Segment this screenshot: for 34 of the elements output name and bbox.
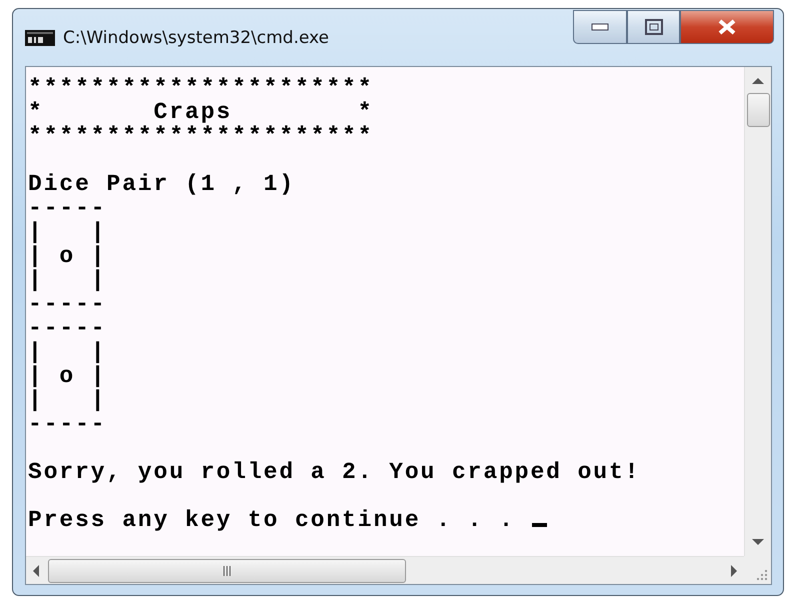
scroll-right-icon[interactable] bbox=[730, 564, 738, 576]
console-line: | | bbox=[28, 340, 107, 364]
horizontal-scrollbar[interactable] bbox=[26, 556, 744, 584]
console-line: ----- bbox=[28, 292, 107, 316]
console-line: | | bbox=[28, 220, 107, 244]
console-app-icon bbox=[25, 30, 55, 46]
grip-icon bbox=[222, 566, 232, 576]
console-line: | | bbox=[28, 268, 107, 292]
console-line: | o | bbox=[28, 244, 107, 268]
scrollbar-thumb[interactable] bbox=[746, 93, 770, 127]
maximize-icon bbox=[644, 19, 662, 35]
vertical-scrollbar[interactable] bbox=[744, 67, 771, 556]
close-button[interactable] bbox=[680, 10, 774, 44]
scroll-left-icon[interactable] bbox=[32, 564, 40, 576]
window-title: C:\Windows\system32\cmd.exe bbox=[63, 28, 330, 48]
console-line: ----- bbox=[28, 412, 107, 436]
console-line: * Craps * bbox=[28, 100, 374, 124]
resize-grip-icon[interactable] bbox=[756, 569, 768, 581]
minimize-icon bbox=[591, 23, 609, 31]
console-line: ********************** bbox=[28, 124, 374, 148]
scrollbar-thumb[interactable] bbox=[48, 558, 406, 582]
console-line: | o | bbox=[28, 364, 107, 388]
maximize-button[interactable] bbox=[627, 10, 680, 44]
scroll-up-icon[interactable] bbox=[752, 77, 764, 85]
scroll-down-icon[interactable] bbox=[752, 538, 764, 546]
close-icon bbox=[717, 19, 737, 35]
console-line: Press any key to continue . . . bbox=[28, 508, 548, 532]
console-line: ********************** bbox=[28, 76, 374, 100]
console-line: | | bbox=[28, 388, 107, 412]
console-line: Sorry, you rolled a 2. You crapped out! bbox=[28, 460, 640, 484]
console-line: Dice Pair (1 , 1) bbox=[28, 172, 295, 196]
minimize-button[interactable] bbox=[573, 10, 627, 44]
console-line: ----- bbox=[28, 196, 107, 220]
console-line: ----- bbox=[28, 316, 107, 340]
